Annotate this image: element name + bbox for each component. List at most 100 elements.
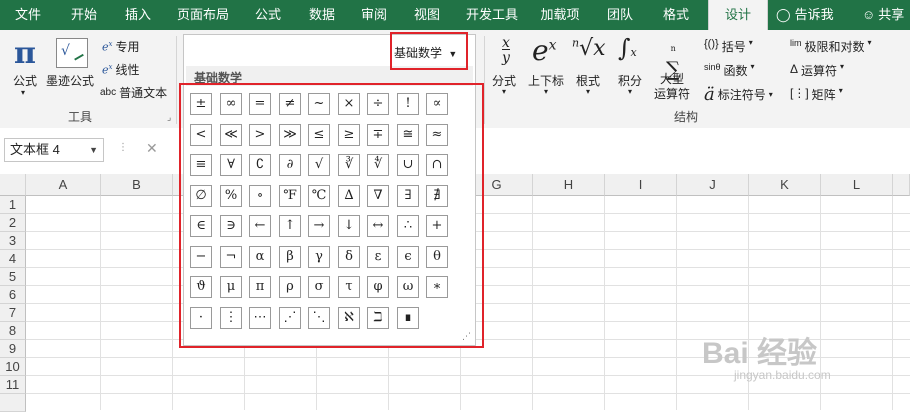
tab-developer[interactable]: 开发工具 [460,0,524,30]
ink-equation-button[interactable]: 墨迹公式 [46,72,98,89]
row-header[interactable]: 6 [0,286,26,304]
cancel-icon[interactable]: ✕ [146,140,158,157]
tab-review[interactable]: 审阅 [350,0,398,30]
tab-home[interactable]: 开始 [60,0,108,30]
tab-file[interactable]: 文件 [4,0,52,30]
normal-text-button[interactable]: abc 普通文本 [100,84,167,101]
row-header[interactable]: 8 [0,322,26,340]
chevron-down-icon: ▾ [838,86,843,95]
accent-label: 标注符号 [717,88,766,102]
tab-data[interactable]: 数据 [298,0,346,30]
column-header[interactable]: A [26,174,101,196]
equation-button[interactable]: 公式 [8,72,42,89]
row-header[interactable]: 4 [0,250,26,268]
ribbon-tab-bar: 文件 开始 插入 页面布局 公式 数据 审阅 视图 开发工具 加载项 团队 格式… [0,0,910,30]
chevron-down-icon: ▾ [840,62,845,71]
chevron-down-icon: ▾ [748,38,753,47]
accent-button[interactable]: ä 标注符号 ▾ [704,84,773,105]
function-label: 函数 [723,64,748,78]
linear-icon: ex [102,62,113,77]
operator-label: 运算符 [801,64,838,78]
column-header[interactable] [893,174,910,196]
tab-add-ins[interactable]: 加载项 [532,0,588,30]
bracket-button[interactable]: {()} 括号 ▾ [704,38,753,55]
professional-label: 专用 [115,40,140,54]
chevron-down-icon: ▾ [768,90,773,99]
column-header[interactable]: I [605,174,677,196]
highlight-box [390,32,468,70]
row-header[interactable]: 1 [0,196,26,214]
row-header[interactable]: 7 [0,304,26,322]
function-icon: sinθ [704,62,721,72]
name-box-value: 文本框 4 [10,142,60,157]
group-separator [484,36,485,124]
formula-bar-grip-icon: ⋮ [118,142,128,153]
tools-group-label: 工具 [68,110,93,124]
matrix-label: 矩阵 [811,88,836,102]
linear-button[interactable]: ex 线性 [102,61,139,78]
linear-label: 线性 [115,63,140,77]
row-header[interactable] [0,394,26,412]
operator-icon: Δ [790,62,799,76]
fraction-icon: xy [502,35,510,66]
matrix-icon: [⋮] [790,86,809,100]
share-label: 共享 [878,7,905,22]
group-separator [176,36,177,124]
gridline [26,393,910,394]
chevron-down-icon: ▼ [89,145,98,155]
tell-me-label: 告诉我 [794,7,834,22]
lightbulb-icon: ◯ [776,7,791,22]
fraction-label: 分式 [492,74,517,88]
structures-group-label: 结构 [674,110,699,124]
ink-equation-icon: √ [56,38,88,68]
select-all-corner[interactable] [0,174,26,196]
dialog-launcher-icon[interactable]: ⌟ [167,112,171,123]
column-header[interactable]: K [749,174,821,196]
row-header[interactable]: 10 [0,358,26,376]
limit-log-button[interactable]: lim 极限和对数 ▾ [790,38,872,55]
row-header[interactable]: 9 [0,340,26,358]
name-box[interactable]: 文本框 4 ▼ [4,138,104,162]
script-label: 上下标 [528,74,565,88]
tab-design[interactable]: 设计 [708,0,768,30]
tab-team[interactable]: 团队 [596,0,644,30]
integral-icon: ∫x [618,34,637,62]
column-header[interactable]: H [533,174,605,196]
row-header[interactable]: 11 [0,376,26,394]
chevron-down-icon: ▾ [21,88,26,97]
watermark-logo: Bai 经验 [702,337,818,370]
tab-formulas[interactable]: 公式 [244,0,292,30]
row-header[interactable]: 2 [0,214,26,232]
large-operator-button[interactable]: 大型 运算符 [652,72,692,102]
ink-equation-label: 墨迹公式 [46,74,95,88]
row-header[interactable]: 5 [0,268,26,286]
tab-format[interactable]: 格式 [650,0,702,30]
limit-icon: lim [790,38,802,48]
accent-icon: ä [704,84,715,105]
professional-button[interactable]: ex 专用 [102,38,139,55]
chevron-down-icon: ▾ [628,87,633,96]
column-header[interactable]: J [677,174,749,196]
tab-page-layout[interactable]: 页面布局 [170,0,236,30]
chevron-down-icon: ▾ [750,62,755,71]
matrix-button[interactable]: [⋮] 矩阵 ▾ [790,86,843,103]
limit-log-label: 极限和对数 [804,40,865,54]
large-operator-label: 大型 运算符 [653,72,690,101]
chevron-down-icon: ▾ [586,87,591,96]
tab-insert[interactable]: 插入 [114,0,162,30]
integral-label: 积分 [618,74,643,88]
bracket-icon: {()} [704,38,719,50]
script-icon: ex [532,34,557,67]
person-icon: ☺ [862,7,876,22]
tell-me-box[interactable]: ◯ 告诉我 [776,0,864,30]
operator-button[interactable]: Δ 运算符 ▾ [790,62,844,79]
chevron-down-icon: ▾ [544,87,549,96]
column-header[interactable]: L [821,174,893,196]
bracket-label: 括号 [721,40,746,54]
abc-icon: abc [100,87,117,98]
function-button[interactable]: sinθ 函数 ▾ [704,62,755,79]
share-button[interactable]: ☺ 共享 [862,0,910,30]
column-header[interactable]: B [101,174,173,196]
row-header[interactable]: 3 [0,232,26,250]
tab-view[interactable]: 视图 [403,0,451,30]
